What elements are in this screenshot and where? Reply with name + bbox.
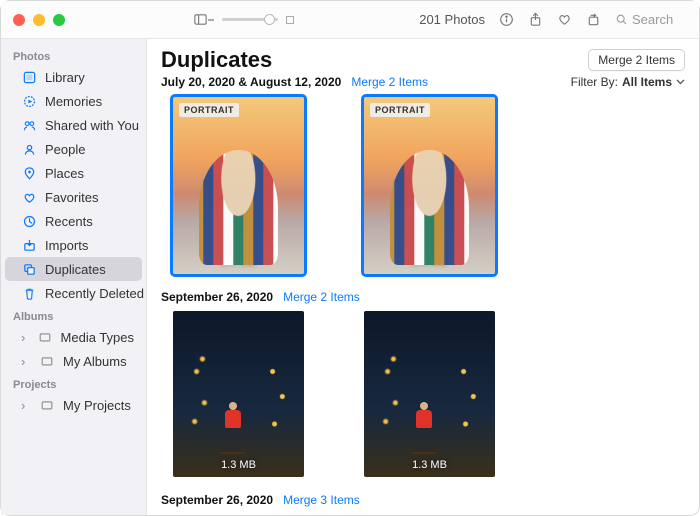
file-size-label: 1.3 MB — [370, 459, 489, 471]
chevron-right-icon: › — [21, 398, 31, 413]
portrait-badge: PORTRAIT — [370, 103, 430, 117]
sidebar: Photos Library Memories Shared with You … — [1, 39, 147, 515]
search-input[interactable] — [632, 12, 687, 27]
duplicate-group: PORTRAIT 2.4 MB PORTRAIT 2.4 MB — [161, 97, 685, 274]
sidebar-item-recents[interactable]: Recents — [5, 209, 142, 233]
sidebar-item-label: Media Types — [61, 330, 134, 345]
window-controls — [13, 14, 65, 26]
photo-thumbnail[interactable]: 1.3 MB — [364, 311, 495, 477]
group-date-label: July 20, 2020 & August 12, 2020 — [161, 75, 341, 89]
people-icon — [21, 141, 37, 157]
chevron-right-icon: › — [21, 330, 29, 345]
sidebar-item-shared[interactable]: Shared with You — [5, 113, 142, 137]
sidebar-item-label: Library — [45, 70, 134, 85]
places-icon — [21, 165, 37, 181]
sidebar-section-albums: Albums — [1, 305, 146, 325]
group-date-label: September 26, 2020 — [161, 493, 273, 507]
folder-icon — [39, 353, 55, 369]
thumbnail-size-slider[interactable] — [208, 16, 294, 24]
sidebar-item-recently-deleted[interactable]: Recently Deleted — [5, 281, 142, 305]
photo-thumbnail[interactable]: PORTRAIT 2.4 MB — [173, 97, 304, 274]
folder-icon — [37, 329, 53, 345]
merge-all-button[interactable]: Merge 2 Items — [588, 49, 685, 71]
file-size-label: 2.4 MB — [179, 256, 298, 268]
recents-icon — [21, 213, 37, 229]
favorite-icon[interactable] — [557, 12, 572, 27]
main-content: Duplicates Merge 2 Items July 20, 2020 &… — [147, 39, 699, 515]
search-field[interactable] — [615, 12, 687, 27]
folder-icon — [39, 397, 55, 413]
photo-thumbnail[interactable]: PORTRAIT 2.4 MB — [364, 97, 495, 274]
trash-icon — [21, 285, 37, 301]
chevron-down-icon — [676, 79, 685, 84]
merge-group-link[interactable]: Merge 2 Items — [283, 290, 360, 304]
imports-icon — [21, 237, 37, 253]
sidebar-section-photos: Photos — [1, 45, 146, 65]
sidebar-item-label: Shared with You — [45, 118, 139, 133]
shared-icon — [21, 117, 37, 133]
page-title: Duplicates — [161, 47, 272, 73]
sidebar-item-label: Favorites — [45, 190, 134, 205]
sidebar-item-label: My Albums — [63, 354, 134, 369]
duplicate-group: September 26, 2020 Merge 3 Items — [161, 493, 685, 507]
file-size-label: 1.3 MB — [179, 459, 298, 471]
window-layout-icon[interactable] — [193, 12, 208, 27]
favorites-icon — [21, 189, 37, 205]
titlebar: 201 Photos — [1, 1, 699, 39]
duplicates-icon — [21, 261, 37, 277]
merge-group-link[interactable]: Merge 3 Items — [283, 493, 360, 507]
sidebar-item-label: Recently Deleted — [45, 286, 144, 301]
sidebar-item-label: Memories — [45, 94, 134, 109]
sidebar-item-imports[interactable]: Imports — [5, 233, 142, 257]
sidebar-item-people[interactable]: People — [5, 137, 142, 161]
sidebar-item-label: Duplicates — [45, 262, 134, 277]
photo-thumbnail[interactable]: 1.3 MB — [173, 311, 304, 477]
sidebar-item-favorites[interactable]: Favorites — [5, 185, 142, 209]
library-icon — [21, 69, 37, 85]
share-icon[interactable] — [528, 12, 543, 27]
chevron-right-icon: › — [21, 354, 31, 369]
close-window-button[interactable] — [13, 14, 25, 26]
group-date-label: September 26, 2020 — [161, 290, 273, 304]
sidebar-item-duplicates[interactable]: Duplicates — [5, 257, 142, 281]
photo-count-label: 201 Photos — [419, 12, 485, 27]
zoom-window-button[interactable] — [53, 14, 65, 26]
sidebar-item-label: Recents — [45, 214, 134, 229]
merge-group-link[interactable]: Merge 2 Items — [351, 75, 428, 89]
sidebar-item-places[interactable]: Places — [5, 161, 142, 185]
filter-dropdown[interactable]: Filter By: All Items — [571, 75, 685, 89]
sidebar-section-projects: Projects — [1, 373, 146, 393]
portrait-badge: PORTRAIT — [179, 103, 239, 117]
filter-value: All Items — [622, 75, 672, 89]
sidebar-item-label: People — [45, 142, 134, 157]
sidebar-item-label: My Projects — [63, 398, 134, 413]
search-icon — [615, 13, 628, 26]
sidebar-item-media-types[interactable]: › Media Types — [5, 325, 142, 349]
rotate-icon[interactable] — [586, 12, 601, 27]
memories-icon — [21, 93, 37, 109]
filter-label: Filter By: — [571, 75, 618, 89]
info-icon[interactable] — [499, 12, 514, 27]
sidebar-item-my-projects[interactable]: › My Projects — [5, 393, 142, 417]
duplicate-group: September 26, 2020 Merge 2 Items 1.3 MB … — [161, 290, 685, 477]
sidebar-item-memories[interactable]: Memories — [5, 89, 142, 113]
sidebar-item-label: Imports — [45, 238, 134, 253]
sidebar-item-library[interactable]: Library — [5, 65, 142, 89]
sidebar-item-my-albums[interactable]: › My Albums — [5, 349, 142, 373]
sidebar-item-label: Places — [45, 166, 134, 181]
minimize-window-button[interactable] — [33, 14, 45, 26]
file-size-label: 2.4 MB — [370, 256, 489, 268]
